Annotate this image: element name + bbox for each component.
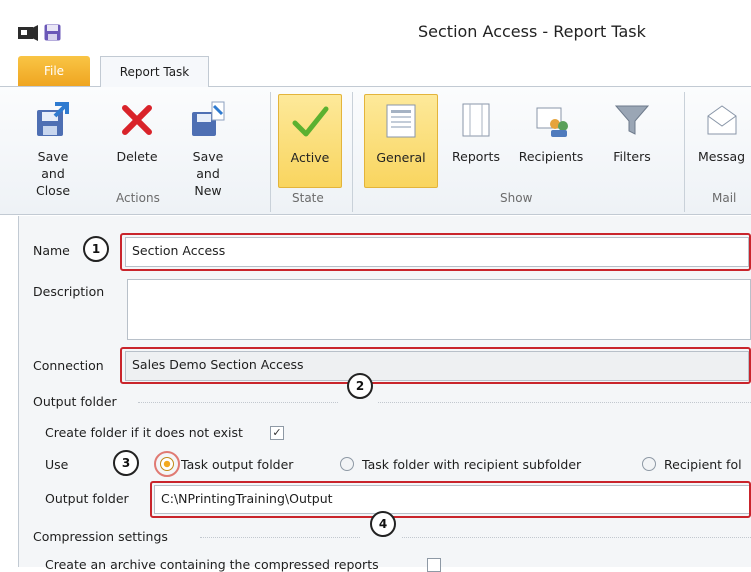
reports-label: Reports — [452, 149, 500, 164]
callout-4: 4 — [370, 511, 396, 537]
save-and-close-label: Save and Close — [35, 149, 71, 198]
group-separator — [684, 92, 685, 212]
reports-button[interactable]: Reports — [446, 94, 506, 188]
message-icon — [707, 105, 737, 135]
save-new-icon — [192, 101, 225, 136]
window-title: Section Access - Report Task — [418, 22, 646, 41]
group-separator — [352, 92, 353, 212]
group-label-mail: Mail — [712, 191, 737, 205]
callout-2: 2 — [347, 373, 373, 399]
save-and-new-label: Save and New — [192, 149, 224, 198]
message-label: Messag — [698, 149, 746, 164]
archive-checkbox[interactable] — [427, 558, 441, 572]
radio-label-recipient-folder: Recipient fol — [664, 457, 742, 472]
delete-label: Delete — [116, 149, 158, 164]
recipients-label: Recipients — [518, 149, 584, 164]
group-label-actions: Actions — [116, 191, 160, 205]
group-label-state: State — [292, 191, 324, 205]
section-divider — [200, 537, 360, 538]
general-label: General — [376, 150, 426, 165]
delete-button[interactable]: Delete — [114, 94, 160, 188]
section-divider — [138, 402, 338, 403]
save-close-icon — [37, 102, 69, 136]
general-button[interactable]: General — [364, 94, 438, 188]
group-separator — [270, 92, 271, 212]
radio-recipient-folder[interactable] — [642, 457, 656, 471]
use-label: Use — [45, 457, 69, 472]
output-folder-section-title: Output folder — [33, 394, 117, 409]
section-divider — [378, 402, 751, 403]
filters-button[interactable]: Filters — [604, 94, 660, 188]
callout-1: 1 — [83, 236, 109, 262]
checkmark-icon — [292, 106, 329, 137]
create-folder-label: Create folder if it does not exist — [45, 425, 243, 440]
message-button[interactable]: Messag — [694, 94, 751, 188]
reports-icon — [462, 103, 490, 137]
active-button[interactable]: Active — [278, 94, 342, 188]
connection-label: Connection — [33, 358, 104, 373]
create-folder-checkbox[interactable]: ✓ — [270, 426, 284, 440]
description-input[interactable] — [127, 279, 751, 340]
filters-label: Filters — [613, 149, 651, 164]
output-folder-label: Output folder — [45, 491, 129, 506]
save-and-new-button[interactable]: Save and New — [180, 94, 236, 198]
recipients-button[interactable]: Recipients — [514, 94, 588, 188]
description-label: Description — [33, 284, 105, 299]
recipients-icon — [536, 107, 568, 137]
delete-icon — [122, 105, 152, 135]
tab-file[interactable]: File — [18, 56, 90, 86]
general-icon — [386, 104, 416, 138]
annotation-box-2 — [120, 347, 751, 384]
radio-label-task-output-folder: Task output folder — [181, 457, 294, 472]
section-divider — [402, 537, 751, 538]
compression-section-title: Compression settings — [33, 529, 168, 544]
callout-3: 3 — [113, 450, 139, 476]
radio-label-task-folder-recipient-subfolder: Task folder with recipient subfolder — [362, 457, 582, 472]
filter-icon — [614, 105, 650, 135]
save-icon[interactable] — [44, 24, 61, 41]
save-and-close-button[interactable]: Save and Close — [28, 94, 78, 198]
radio-task-output-folder[interactable] — [160, 457, 174, 471]
tab-report-task[interactable]: Report Task — [100, 56, 209, 87]
annotation-box-1 — [120, 233, 751, 271]
group-label-show: Show — [500, 191, 533, 205]
active-label: Active — [290, 150, 330, 165]
name-label: Name — [33, 243, 70, 258]
annotation-box-4 — [150, 481, 751, 518]
archive-label: Create an archive containing the compres… — [45, 557, 379, 572]
app-icon — [18, 25, 38, 41]
radio-task-folder-recipient-subfolder[interactable] — [340, 457, 354, 471]
